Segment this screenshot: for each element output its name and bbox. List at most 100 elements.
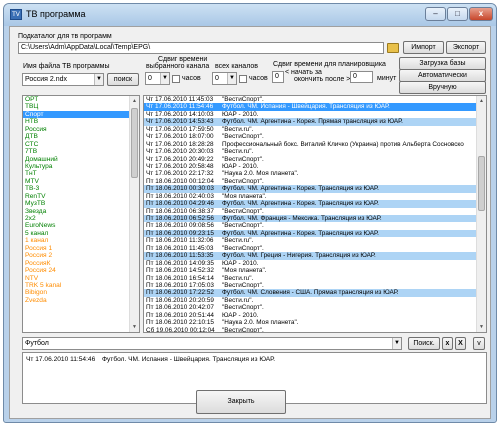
program-row[interactable]: Чт 17.06.2010 11:54:46 Футбол. ЧМ. Испани…	[144, 103, 486, 111]
channel-item[interactable]: Россия 24	[23, 267, 139, 274]
program-row[interactable]: Пт 18.06.2010 04:29:46 Футбол. ЧМ. Аргент…	[144, 200, 486, 208]
folder-icon[interactable]	[387, 43, 399, 53]
dropdown-icon[interactable]: v	[473, 337, 485, 350]
scheduler-end-label: окончить после >	[294, 76, 351, 83]
scroll-down-icon[interactable]: ▼	[130, 322, 139, 332]
program-row[interactable]: Сб 19.06.2010 00:12:04 "ВестиСпорт".	[144, 326, 486, 333]
program-title: Футбол. ЧМ. Словения - США. Прямая транс…	[222, 289, 399, 297]
clear-all-icon[interactable]: X	[455, 337, 466, 350]
scroll-thumb[interactable]	[478, 156, 485, 211]
scheduler-minutes-label: минут	[377, 75, 397, 82]
all-channels-checkbox[interactable]	[239, 75, 247, 83]
catalog-path-field[interactable]: C:\Users\Adm\AppData\Local\Temp\EPG\	[18, 42, 384, 54]
program-row[interactable]: Пт 18.06.2010 06:52:56 Футбол. ЧМ. Франци…	[144, 215, 486, 223]
program-row[interactable]: Пт 18.06.2010 20:42:07 "ВестиСпорт".	[144, 304, 486, 311]
maximize-button[interactable]: □	[447, 7, 468, 21]
program-row[interactable]: Чт 17.06.2010 20:30:03 "Вести.ru".	[144, 148, 486, 155]
shift-select[interactable]: 0 ▼	[145, 72, 170, 85]
program-title: "Вести.ru".	[222, 274, 254, 282]
program-scrollbar[interactable]: ▲ ▼	[476, 96, 486, 332]
channel-item[interactable]: 5 канал	[23, 230, 139, 237]
program-datetime: Пт 18.06.2010 00:12:04	[146, 177, 214, 185]
channel-item[interactable]: RenTV	[23, 193, 139, 200]
channel-item[interactable]: РоссияК	[23, 260, 139, 267]
program-search-input[interactable]: Футбол ▼	[22, 337, 402, 350]
scroll-up-icon[interactable]: ▲	[130, 96, 139, 106]
program-row[interactable]: Пт 18.06.2010 14:09:35 ЮАР - 2010.	[144, 260, 486, 267]
channel-item[interactable]: ТВ-3	[23, 185, 139, 192]
program-row[interactable]: Чт 17.06.2010 18:07:00 "ВестиСпорт".	[144, 133, 486, 140]
program-row[interactable]: Пт 18.06.2010 02:40:03 "Моя планета".	[144, 193, 486, 200]
channel-item[interactable]: СТС	[23, 141, 139, 148]
channel-item[interactable]: 2x2	[23, 215, 139, 222]
program-row[interactable]: Пт 18.06.2010 11:32:06 "Вести.ru".	[144, 237, 486, 244]
channel-item[interactable]: TRK 5 kanal	[23, 282, 139, 289]
channel-list[interactable]: ОРТ ТВЦ Спорт НТВ Россия ДТВ СТС 7ТВ Домашний Кул…	[22, 95, 140, 333]
program-row[interactable]: Пт 18.06.2010 14:52:32 "Моя планета".	[144, 267, 486, 274]
program-row[interactable]: Пт 18.06.2010 16:54:14 "Вести.ru".	[144, 275, 486, 282]
channel-item[interactable]: Звезда	[23, 208, 139, 215]
import-button[interactable]: Импорт	[403, 41, 444, 54]
channel-item[interactable]: 7ТВ	[23, 148, 139, 155]
export-button[interactable]: Экспорт	[446, 41, 486, 54]
tv-file-select[interactable]: Россия 2.ndx ▼	[22, 73, 104, 86]
scroll-down-icon[interactable]: ▼	[477, 322, 486, 332]
program-list[interactable]: Чт 17.06.2010 11:45:03 "ВестиСпорт". Чт 17…	[143, 95, 487, 333]
channel-item[interactable]: Россия 2	[23, 252, 139, 259]
program-title: "ВестиСпорт".	[222, 326, 264, 333]
scroll-up-icon[interactable]: ▲	[477, 96, 486, 106]
program-row[interactable]: Пт 18.06.2010 09:08:56 "ВестиСпорт".	[144, 222, 486, 229]
channel-item[interactable]: Спорт	[23, 110, 139, 119]
channel-item[interactable]: MTV	[23, 178, 139, 185]
program-row[interactable]: Пт 18.06.2010 22:10:15 "Наука 2.0. Моя пл…	[144, 319, 486, 326]
program-row[interactable]: Пт 18.06.2010 17:22:52 Футбол. ЧМ. Словен…	[144, 289, 486, 297]
channel-item[interactable]: 1 канал	[23, 237, 139, 244]
channel-item[interactable]: Россия	[23, 126, 139, 133]
window-title: ТВ программа	[26, 9, 86, 19]
scroll-thumb[interactable]	[131, 108, 138, 178]
channel-item[interactable]: Россия 1	[23, 245, 139, 252]
program-row[interactable]: Чт 17.06.2010 14:53:43 Футбол. ЧМ. Аргент…	[144, 118, 486, 126]
channel-item[interactable]: ТВЦ	[23, 103, 139, 110]
close-window-button[interactable]: x	[469, 7, 493, 21]
program-row[interactable]: Пт 18.06.2010 09:23:15 Футбол. ЧМ. Аргент…	[144, 229, 486, 238]
program-datetime: Пт 18.06.2010 17:05:03	[146, 281, 214, 289]
program-row[interactable]: Чт 17.06.2010 20:49:22 "ВестиСпорт".	[144, 156, 486, 163]
chevron-down-icon: ▼	[160, 73, 169, 84]
close-button[interactable]: Закрыть	[196, 390, 286, 414]
channel-item[interactable]: ОРТ	[23, 96, 139, 103]
channel-item[interactable]: МузТВ	[23, 200, 139, 207]
program-row[interactable]: Пт 18.06.2010 06:38:37 "ВестиСпорт".	[144, 208, 486, 215]
channel-item[interactable]: НТВ	[23, 118, 139, 125]
channel-scrollbar[interactable]: ▲ ▼	[129, 96, 139, 332]
program-datetime: Пт 18.06.2010 09:08:56	[146, 222, 214, 230]
program-row[interactable]: Чт 17.06.2010 20:58:48 ЮАР - 2010.	[144, 163, 486, 170]
channel-item[interactable]: Домашний	[23, 156, 139, 163]
clear-icon[interactable]: x	[442, 337, 453, 350]
channel-item[interactable]: Bibigon	[23, 289, 139, 296]
program-row[interactable]: Чт 17.06.2010 17:59:50 "Вести.ru".	[144, 126, 486, 133]
program-search-button[interactable]: Поиск.	[408, 337, 440, 350]
channel-item[interactable]: Культура	[23, 163, 139, 170]
scheduler-start-field[interactable]: 0	[272, 71, 284, 83]
program-title: Футбол. ЧМ. Аргентина - Корея. Трансляци…	[222, 229, 379, 237]
program-datetime: Пт 18.06.2010 11:45:03	[146, 244, 214, 252]
program-title: ЮАР - 2010.	[222, 259, 259, 267]
file-search-button[interactable]: поиск	[107, 73, 139, 86]
channel-item[interactable]: Zvezda	[23, 297, 139, 304]
program-row[interactable]: Пт 18.06.2010 11:53:35 Футбол. ЧМ. Греция…	[144, 252, 486, 260]
channel-item[interactable]: EuroNews	[23, 222, 139, 229]
shift-checkbox[interactable]	[172, 75, 180, 83]
program-row[interactable]: Чт 17.06.2010 18:28:28 Профессиональный б…	[144, 141, 486, 148]
channel-item[interactable]: ТнТ	[23, 170, 139, 177]
manual-button[interactable]: Вручную	[399, 81, 486, 94]
program-row[interactable]: Чт 17.06.2010 22:17:32 "Наука 2.0. Моя пл…	[144, 170, 486, 177]
program-row[interactable]: Пт 18.06.2010 20:20:59 "Вести.ru".	[144, 297, 486, 304]
program-row[interactable]: Пт 18.06.2010 20:51:44 ЮАР - 2010.	[144, 312, 486, 319]
all-channels-select[interactable]: 0 ▼	[212, 72, 237, 85]
scheduler-end-field[interactable]: 0	[350, 71, 373, 83]
channel-item[interactable]: ДТВ	[23, 133, 139, 140]
program-row[interactable]: Пт 18.06.2010 00:30:03 Футбол. ЧМ. Аргент…	[144, 185, 486, 193]
minimize-button[interactable]: –	[425, 7, 446, 21]
channel-item[interactable]: NTV	[23, 275, 139, 282]
